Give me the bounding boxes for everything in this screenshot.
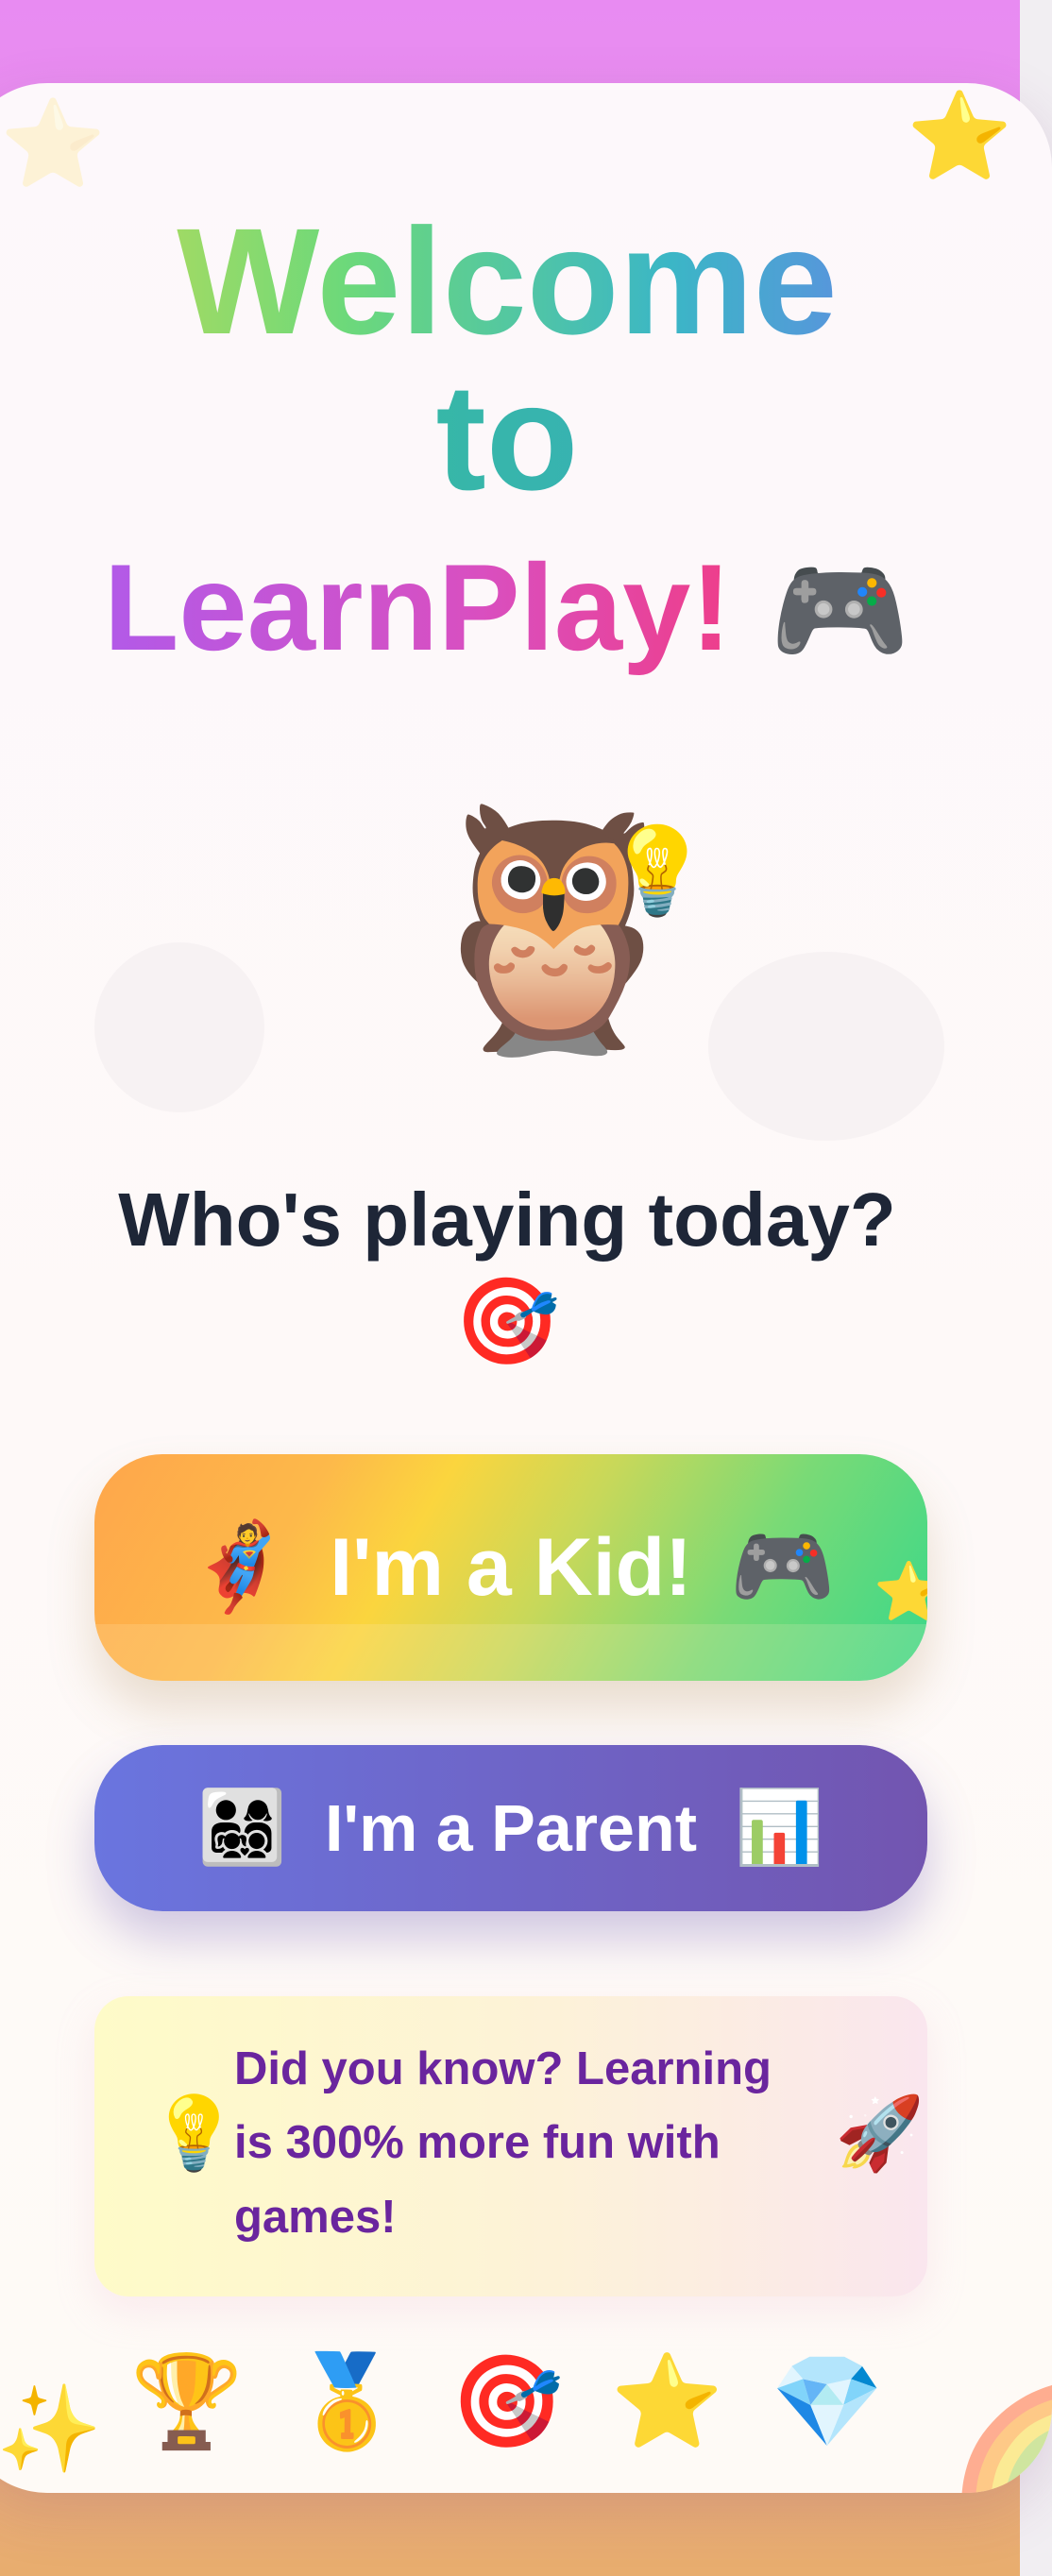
lightbulb-icon: 💡 — [604, 824, 711, 919]
rainbow-icon: 🌈 — [946, 2380, 1052, 2493]
game-controller-icon: 🎮 — [729, 1520, 836, 1615]
target-icon: 🎯 — [453, 1275, 561, 1369]
title-welcome: Welcome — [0, 206, 1052, 357]
star-icon: ⭐ — [610, 2351, 724, 2452]
family-icon: 👨‍👩‍👧‍👦 — [197, 1788, 287, 1868]
welcome-card: ⭐ ⭐ Welcome to LearnPlay! 🎮 🦉 💡 Who's pla… — [0, 83, 1052, 2493]
button-shine — [94, 1624, 927, 1681]
parent-button[interactable]: 👨‍👩‍👧‍👦 I'm a Parent 📊 — [94, 1745, 927, 1911]
kid-button-label: I'm a Kid! — [330, 1521, 692, 1613]
lightbulb-icon: 💡 — [149, 2093, 239, 2174]
sparkle-icon: ✨ — [0, 2382, 103, 2477]
fun-fact-text: Did you know? Learning is 300% more fun … — [234, 2043, 772, 2243]
medal-icon: 🥇 — [290, 2351, 404, 2452]
question-text: Who's playing today? — [118, 1178, 896, 1262]
brand-name: LearnPlay! — [103, 538, 732, 676]
achievement-badges: 🏆 🥇 🎯 ⭐ 💎 — [0, 2357, 1052, 2448]
game-controller-icon: 🎮 — [769, 548, 911, 674]
trophy-icon: 🏆 — [130, 2351, 244, 2452]
title-to: to — [0, 362, 1052, 513]
faded-star-icon: ⭐ — [0, 97, 107, 192]
parent-button-label: I'm a Parent — [324, 1791, 698, 1865]
target-icon: 🎯 — [450, 2351, 564, 2452]
bar-chart-icon: 📊 — [735, 1788, 824, 1868]
brand-title: LearnPlay! 🎮 — [0, 546, 1052, 669]
superhero-icon: 🦸 — [186, 1520, 293, 1615]
rocket-icon: 🚀 — [835, 2093, 925, 2174]
fun-fact-card: 💡 Did you know? Learning is 300% more fu… — [94, 1996, 927, 2296]
background-bubble — [708, 952, 944, 1141]
gem-icon: 💎 — [771, 2351, 884, 2452]
star-icon: ⭐ — [907, 90, 1013, 184]
star-icon: ⭐ — [874, 1560, 927, 1623]
background-bubble — [94, 942, 264, 1112]
kid-button[interactable]: 🦸 I'm a Kid! 🎮 ⭐ — [94, 1454, 927, 1681]
who-is-playing-heading: Who's playing today? 🎯 — [57, 1169, 958, 1373]
